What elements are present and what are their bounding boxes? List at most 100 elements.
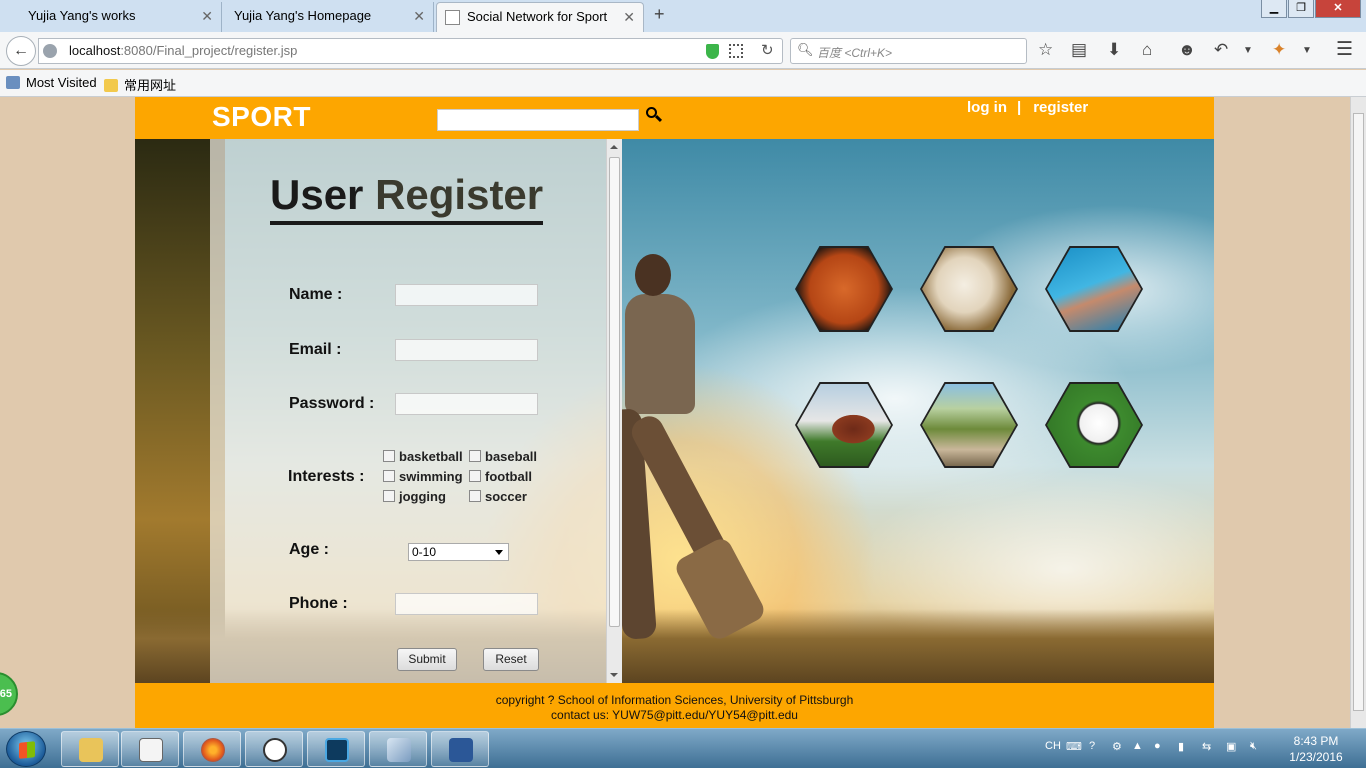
interest-baseball-checkbox[interactable]: baseball — [469, 449, 537, 464]
scroll-down-icon[interactable] — [610, 673, 618, 677]
bookmark-most-visited[interactable]: Most Visited — [6, 75, 97, 90]
security-icon[interactable]: ● — [1154, 740, 1161, 752]
bookmark-common-sites[interactable]: 常用网址 — [104, 75, 176, 94]
new-tab-icon[interactable]: + — [654, 4, 665, 25]
baseball-icon[interactable] — [920, 246, 1018, 332]
age-select[interactable]: 0-10 — [408, 543, 509, 561]
close-tab-icon[interactable]: ✕ — [201, 2, 213, 30]
start-button[interactable] — [6, 731, 46, 767]
checkbox-icon[interactable] — [383, 490, 395, 502]
submit-button[interactable]: Submit — [397, 648, 457, 671]
taskbar-firefox[interactable] — [183, 731, 241, 767]
keyboard-icon[interactable]: ⌨ — [1066, 740, 1082, 753]
reading-list-icon[interactable]: ▤ — [1071, 40, 1087, 60]
search-icon-handle — [654, 114, 663, 123]
bookmark-label: Most Visited — [26, 75, 97, 90]
taskbar-virtualbox[interactable] — [369, 731, 427, 767]
show-hidden-icons-icon[interactable]: ▲ — [1132, 740, 1143, 752]
scrollbar-thumb[interactable] — [609, 157, 620, 627]
settings-icon[interactable]: ⚙ — [1112, 740, 1122, 753]
auth-separator: | — [1017, 99, 1022, 116]
runner-shoe — [672, 535, 768, 643]
taskbar-mascot-app[interactable] — [245, 731, 303, 767]
navigation-toolbar: ← localhost:8080/Final_project/register.… — [0, 32, 1366, 69]
tab-yujia-homepage[interactable]: Yujia Yang's Homepage ✕ — [222, 2, 434, 32]
site-container: SPORT log in | register User Register Na… — [135, 97, 1214, 728]
checkbox-icon[interactable] — [383, 470, 395, 482]
menu-icon[interactable]: ☰ — [1336, 38, 1353, 61]
age-label: Age : — [289, 541, 329, 558]
phone-input[interactable] — [395, 593, 538, 615]
window-close-icon[interactable]: ✕ — [1315, 0, 1361, 18]
login-link[interactable]: log in — [967, 99, 1007, 116]
device-icon[interactable]: ▣ — [1226, 740, 1236, 753]
taskbar-explorer[interactable] — [61, 731, 119, 767]
chat-icon[interactable]: ☻ — [1178, 40, 1196, 60]
close-tab-icon[interactable]: ✕ — [623, 3, 635, 31]
hero-background: User Register Name : Email : Password : … — [135, 139, 1214, 683]
close-tab-icon[interactable]: ✕ — [413, 2, 425, 30]
basketball-icon[interactable] — [795, 246, 893, 332]
chevron-down-icon[interactable]: ▼ — [1243, 45, 1253, 56]
system-clock[interactable]: 8:43 PM 1/23/2016 — [1276, 733, 1356, 765]
sync-icon[interactable]: ⇆ — [1202, 740, 1211, 753]
shield-icon[interactable] — [706, 44, 719, 59]
bookmarks-folder-icon — [6, 76, 20, 89]
undo-icon[interactable]: ↶ — [1214, 40, 1228, 60]
site-search-input[interactable] — [437, 109, 639, 131]
register-link[interactable]: register — [1033, 99, 1088, 116]
checkbox-label: football — [485, 469, 532, 484]
taskbar-calendar[interactable] — [121, 731, 179, 767]
network-signal-icon[interactable]: ▮ — [1178, 740, 1184, 753]
reload-icon[interactable]: ↻ — [761, 41, 774, 59]
home-icon[interactable]: ⌂ — [1142, 40, 1152, 60]
addon-icon[interactable]: ✦ — [1272, 40, 1286, 60]
tab-social-network-for-sport[interactable]: Social Network for Sport ✕ — [436, 2, 644, 32]
volume-muted-icon[interactable]: 🔇︎ — [1250, 740, 1257, 753]
restore-icon[interactable]: ❐ — [1288, 0, 1314, 18]
swimming-icon[interactable] — [1045, 246, 1143, 332]
age-selected-value: 0-10 — [412, 545, 437, 559]
page-scrollbar[interactable] — [1350, 97, 1366, 728]
contact-text: contact us: YUW75@pitt.edu/YUY54@pitt.ed… — [551, 708, 798, 722]
form-scrollbar[interactable] — [606, 139, 622, 683]
search-icon[interactable] — [646, 107, 663, 123]
address-bar[interactable]: localhost:8080/Final_project/register.js… — [38, 38, 783, 64]
interest-football-checkbox[interactable]: football — [469, 469, 532, 484]
bookmark-star-icon[interactable]: ☆ — [1038, 40, 1053, 60]
interest-jogging-checkbox[interactable]: jogging — [383, 489, 446, 504]
scroll-up-icon[interactable] — [610, 145, 618, 149]
windows-logo-icon — [19, 741, 35, 759]
qr-code-icon[interactable] — [729, 44, 743, 58]
name-input[interactable] — [395, 284, 538, 306]
browser-search-input[interactable]: 🔍︎ 百度 <Ctrl+K> — [790, 38, 1027, 64]
reset-button[interactable]: Reset — [483, 648, 539, 671]
checkbox-icon[interactable] — [383, 450, 395, 462]
site-logo[interactable]: SPORT — [212, 101, 311, 133]
tab-yujia-works[interactable]: Yujia Yang's works ✕ — [6, 2, 222, 32]
back-arrow-icon[interactable]: ← — [6, 36, 36, 66]
taskbar-photoshop[interactable] — [307, 731, 365, 767]
interest-basketball-checkbox[interactable]: basketball — [383, 449, 463, 464]
interest-swimming-checkbox[interactable]: swimming — [383, 469, 463, 484]
email-input[interactable] — [395, 339, 538, 361]
taskbar-word[interactable] — [431, 731, 489, 767]
runner-torso — [625, 294, 695, 414]
language-indicator[interactable]: CH — [1045, 740, 1061, 752]
checkbox-icon[interactable] — [469, 490, 481, 502]
checkbox-icon[interactable] — [469, 470, 481, 482]
soccer-icon[interactable] — [1045, 382, 1143, 468]
checkbox-icon[interactable] — [469, 450, 481, 462]
search-placeholder: 百度 <Ctrl+K> — [817, 46, 893, 60]
chevron-down-icon[interactable]: ▼ — [1302, 45, 1312, 56]
dropdown-arrow-icon[interactable] — [495, 550, 503, 555]
jogging-icon[interactable] — [920, 382, 1018, 468]
minimize-icon[interactable]: ▁ — [1261, 0, 1287, 18]
interest-soccer-checkbox[interactable]: soccer — [469, 489, 527, 504]
help-icon[interactable]: ? — [1089, 740, 1095, 752]
football-icon[interactable] — [795, 382, 893, 468]
runner-head — [635, 254, 671, 296]
password-input[interactable] — [395, 393, 538, 415]
scrollbar-thumb[interactable] — [1353, 113, 1364, 711]
download-icon[interactable]: ⬇ — [1107, 40, 1121, 60]
